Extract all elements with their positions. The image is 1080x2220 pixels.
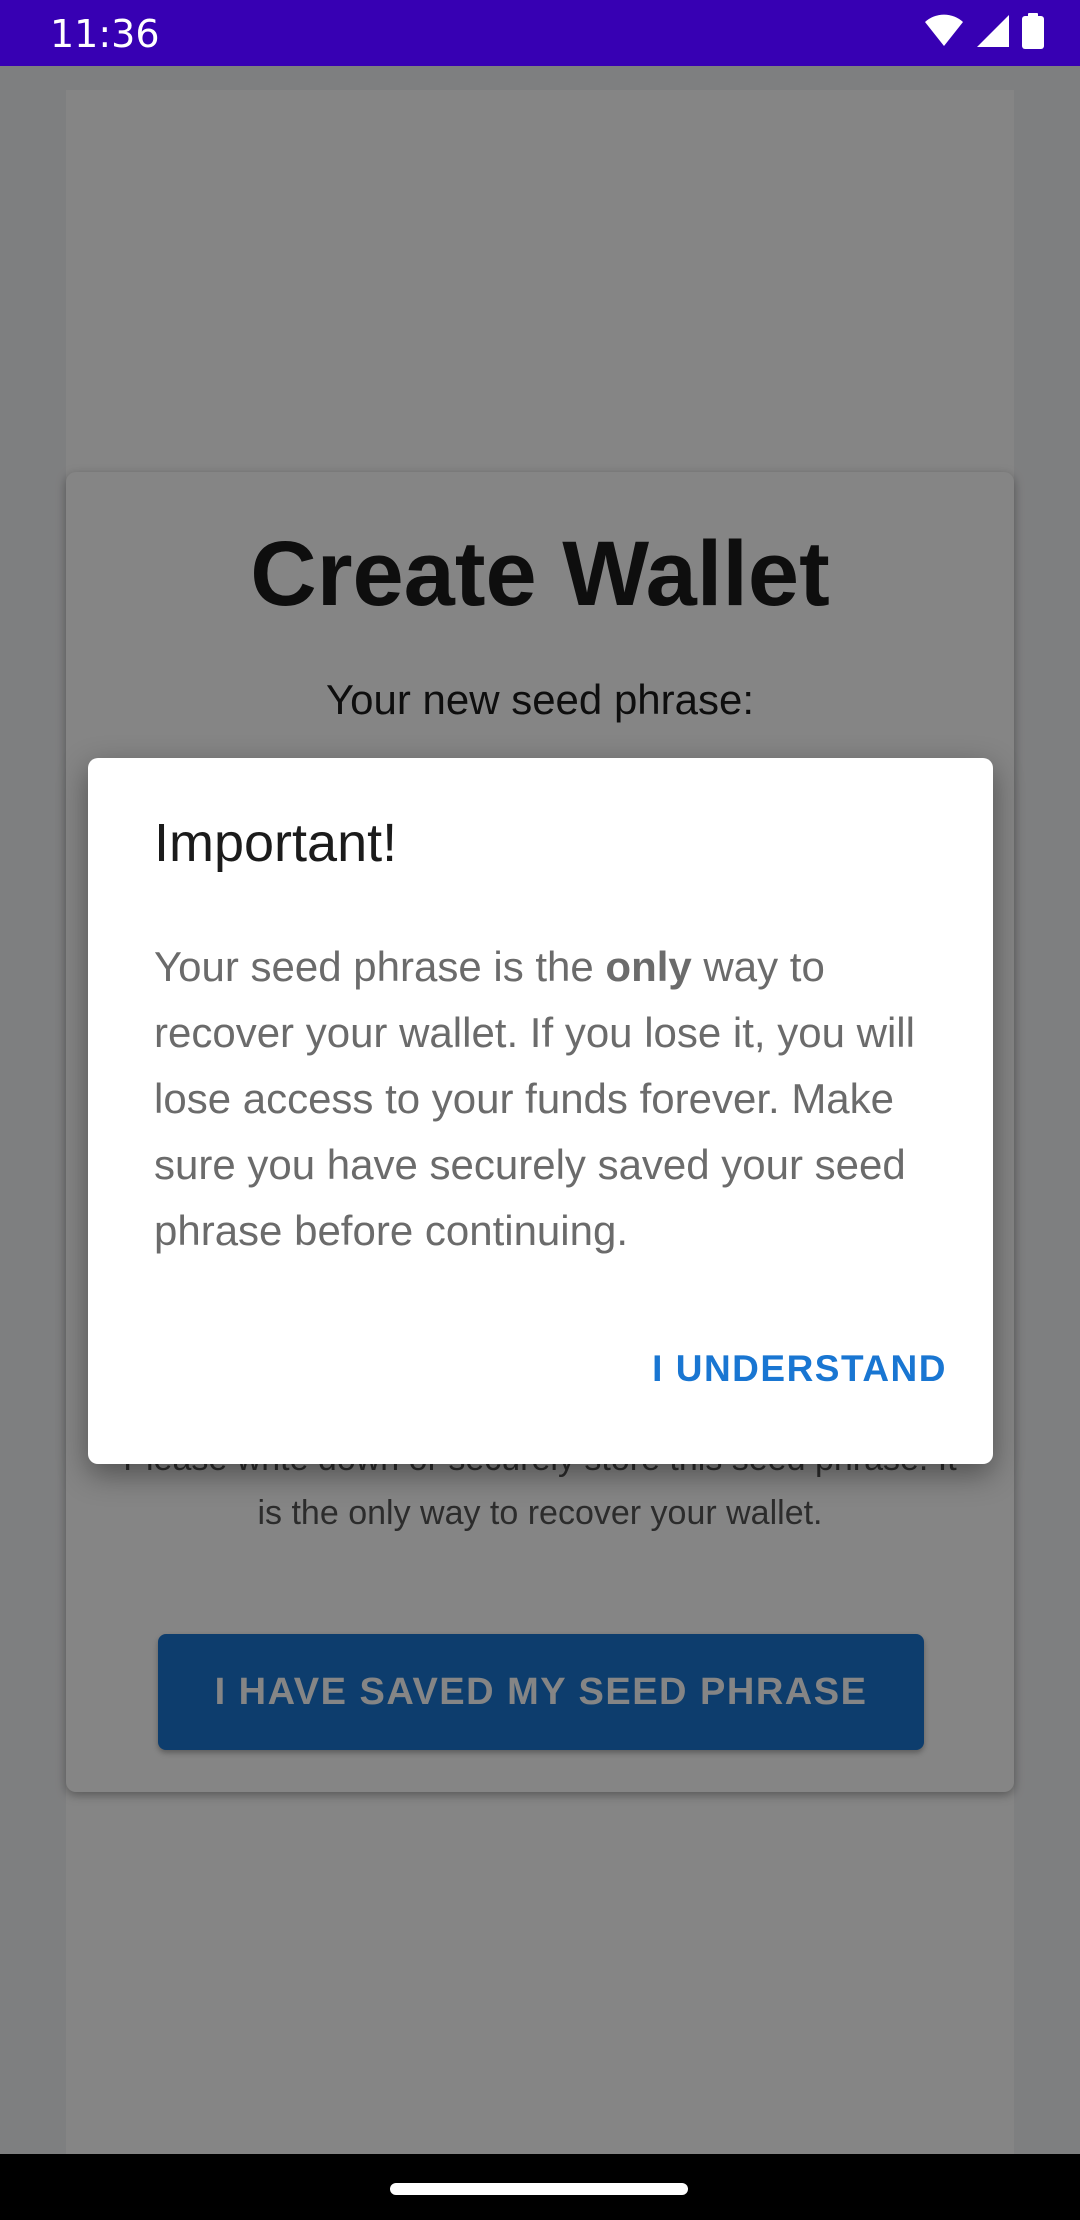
screen: 11:36 Create Wallet Your new seed phrase… [0, 0, 1080, 2220]
status-bar: 11:36 [0, 0, 1080, 66]
dialog-title: Important! [154, 813, 398, 873]
battery-icon [1022, 12, 1044, 54]
understand-button[interactable]: I UNDERSTAND [652, 1348, 947, 1390]
navigation-bar [0, 2154, 1080, 2220]
signal-icon [976, 14, 1010, 53]
important-dialog: Important! Your seed phrase is the only … [88, 758, 993, 1464]
status-time: 11:36 [50, 12, 160, 56]
home-handle[interactable] [390, 2183, 688, 2195]
status-icons [924, 12, 1044, 54]
wifi-icon [924, 14, 964, 53]
dialog-message-part: Your seed phrase is the [154, 943, 606, 990]
dialog-message-emphasis: only [605, 943, 692, 990]
dialog-message: Your seed phrase is the only way to reco… [154, 934, 944, 1264]
